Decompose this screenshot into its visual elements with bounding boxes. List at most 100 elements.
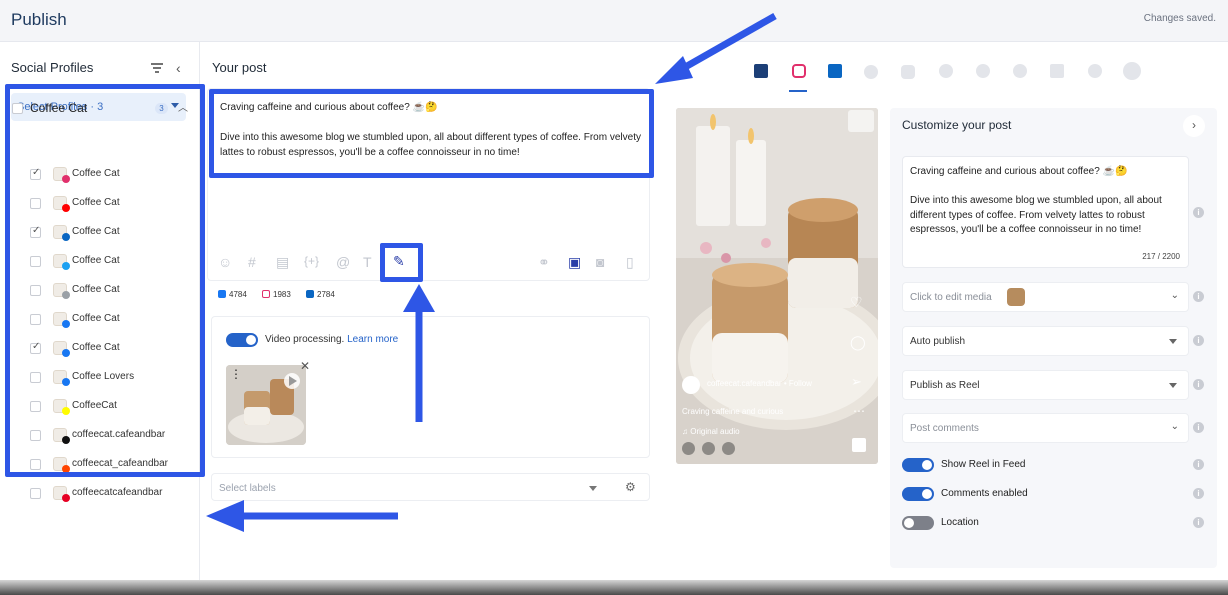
account-name: coffeecat.cafeandbar • Follow <box>707 379 812 388</box>
info-icon[interactable]: i <box>1193 517 1204 528</box>
snapchat-tab-icon[interactable] <box>1088 64 1102 78</box>
twitter-tab-icon[interactable] <box>864 65 878 79</box>
info-icon[interactable]: i <box>1193 207 1204 218</box>
mention-icon[interactable]: @ <box>336 254 350 270</box>
page-title: Publish <box>11 10 67 29</box>
camera-icon[interactable]: ◙ <box>596 254 604 270</box>
comments-enabled-label: Comments enabled <box>941 488 1028 499</box>
customize-text: Craving caffeine and curious about coffe… <box>910 166 1162 235</box>
auto-publish-dropdown[interactable]: Auto publish <box>902 326 1189 356</box>
google-tab-icon[interactable] <box>939 64 953 78</box>
window-bottom-edge <box>0 580 1228 595</box>
info-icon[interactable]: i <box>1193 379 1204 390</box>
char-count: 217 / 2200 <box>1142 252 1180 261</box>
youtube-tab-icon[interactable] <box>901 65 915 79</box>
video-icon[interactable]: ▣ <box>568 254 581 271</box>
filter-icon[interactable] <box>150 62 164 74</box>
show-reel-in-feed-label: Show Reel in Feed <box>941 459 1026 470</box>
caret-down-icon <box>1169 339 1177 344</box>
chevron-right-icon[interactable]: › <box>1183 115 1205 137</box>
caret-down-icon <box>589 486 597 491</box>
more-networks-icon[interactable] <box>1123 62 1141 80</box>
annotation-highlight-profiles <box>5 84 205 477</box>
chevron-down-icon: ⌄ <box>1170 290 1179 301</box>
info-icon[interactable]: i <box>1193 291 1204 302</box>
more-options-icon[interactable]: ⋮ <box>230 367 242 381</box>
customize-text-area[interactable]: Craving caffeine and curious about coffe… <box>902 156 1189 268</box>
auto-publish-label: Auto publish <box>910 336 966 347</box>
account-handle: coffeecat.cafeandbar <box>707 379 782 388</box>
preview-caption: Craving caffeine and curious <box>682 407 784 416</box>
linkedin-tab-icon[interactable] <box>828 64 842 78</box>
info-icon[interactable]: i <box>1193 335 1204 346</box>
comment-icon[interactable]: ◯ <box>850 334 866 351</box>
instagram-icon <box>262 290 270 298</box>
active-tab-indicator <box>789 90 807 92</box>
media-thumbnail <box>1007 288 1025 306</box>
more-icon[interactable]: ⋯ <box>853 404 865 418</box>
post-text-area[interactable]: Craving caffeine and curious about coffe… <box>209 89 654 178</box>
emoji-icon[interactable]: ☺ <box>218 254 232 270</box>
profile-row[interactable]: coffeecatcafeandbar <box>30 486 190 502</box>
instagram-tab-icon[interactable] <box>792 64 806 78</box>
your-post-title: Your post <box>212 60 267 75</box>
link-icon[interactable]: ⚭ <box>538 254 550 271</box>
post-comments-label: Post comments <box>910 423 979 434</box>
document-icon[interactable]: ▯ <box>626 254 634 271</box>
profile-checkbox[interactable] <box>30 488 41 499</box>
gear-icon[interactable]: ⚙ <box>625 480 636 494</box>
publish-as-label: Publish as Reel <box>910 380 980 391</box>
video-thumbnail[interactable]: ⋮ <box>226 365 306 445</box>
location-icon <box>722 442 735 455</box>
audio-cover-icon <box>852 438 866 452</box>
post-text: Craving caffeine and curious about coffe… <box>220 102 641 158</box>
video-processing-card: Video processing. Learn more ⋮ ✕ <box>211 316 650 458</box>
linkedin-icon <box>306 290 314 298</box>
location-label: Location <box>941 517 979 528</box>
chevron-down-icon: ⌄ <box>1170 421 1179 432</box>
pinterest-tab-icon[interactable] <box>1013 64 1027 78</box>
follow-link[interactable]: • Follow <box>784 379 812 388</box>
collab-icon <box>702 442 715 455</box>
top-header: Publish Changes saved. <box>0 0 1228 42</box>
info-icon[interactable]: i <box>1193 459 1204 470</box>
info-icon[interactable]: i <box>1193 422 1204 433</box>
user-icon <box>682 442 695 455</box>
profile-avatar <box>53 486 70 502</box>
like-icon[interactable]: ♡ <box>850 294 863 311</box>
customize-panel: Customize your post › Craving caffeine a… <box>890 108 1217 568</box>
account-avatar <box>682 376 700 394</box>
remove-video-icon[interactable]: ✕ <box>300 359 310 373</box>
format-icon[interactable]: ▤ <box>276 254 289 271</box>
labels-placeholder: Select labels <box>219 483 276 494</box>
share-icon[interactable]: ➢ <box>851 374 862 390</box>
comments-enabled-toggle[interactable] <box>902 487 934 501</box>
annotation-arrow-to-profiles <box>206 500 398 532</box>
video-processing-label: Video processing. <box>265 334 345 345</box>
customize-title: Customize your post <box>902 118 1012 132</box>
edit-media-field[interactable]: Click to edit media ⌄ <box>902 282 1189 312</box>
edit-media-label: Click to edit media <box>910 292 992 303</box>
text-style-icon[interactable]: T <box>363 254 372 270</box>
publish-as-dropdown[interactable]: Publish as Reel <box>902 370 1189 400</box>
show-reel-in-feed-toggle[interactable] <box>902 458 934 472</box>
learn-more-link[interactable]: Learn more <box>347 334 398 345</box>
video-processing-toggle[interactable] <box>226 333 258 347</box>
hashtag-icon[interactable]: # <box>248 254 256 270</box>
video-processing-text: Video processing. Learn more <box>265 334 398 345</box>
linkedin-count: 2784 <box>317 290 335 299</box>
magic-wand-icon[interactable]: ✎ <box>393 253 405 270</box>
post-comments-field[interactable]: Post comments ⌄ <box>902 413 1189 443</box>
pinterest-icon <box>62 494 70 502</box>
tiktok-tab-icon[interactable] <box>1050 64 1064 78</box>
facebook-count: 4784 <box>229 290 247 299</box>
labels-selector[interactable]: Select labels ⚙ <box>211 473 650 501</box>
reddit-tab-icon[interactable] <box>976 64 990 78</box>
info-icon[interactable]: i <box>1193 488 1204 499</box>
variables-icon[interactable]: {+} <box>304 254 319 268</box>
save-status: Changes saved. <box>1143 13 1216 24</box>
location-toggle[interactable] <box>902 516 934 530</box>
facebook-tab-icon[interactable] <box>754 64 768 78</box>
collapse-panel-icon[interactable]: ‹ <box>176 60 181 76</box>
reel-preview: ♡ ◯ ➢ ⋯ coffeecat.cafeandbar • Follow Cr… <box>676 108 878 464</box>
